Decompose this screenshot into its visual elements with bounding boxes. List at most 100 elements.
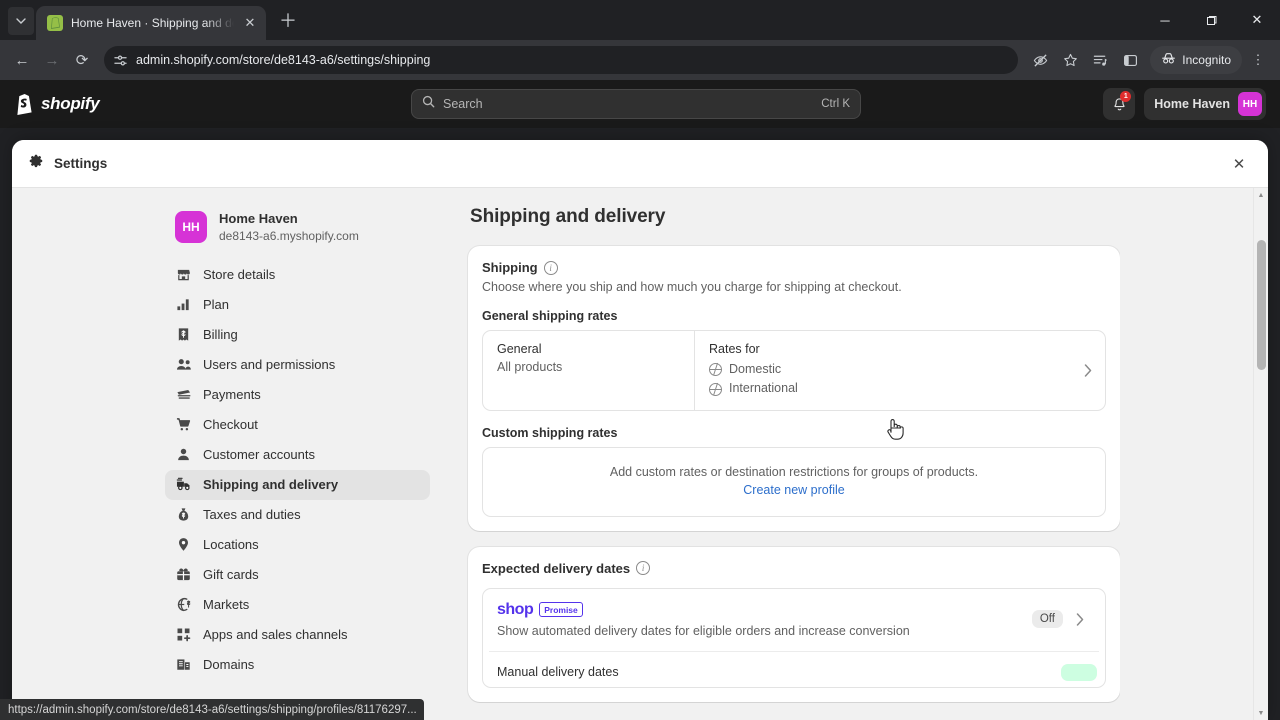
sidebar-item-domains[interactable]: Domains bbox=[165, 650, 430, 680]
manual-delivery-dates-row[interactable]: Manual delivery dates bbox=[489, 652, 1099, 687]
browser-tab[interactable]: Home Haven · Shipping and de ✕ bbox=[36, 6, 266, 40]
avatar: HH bbox=[1238, 92, 1262, 116]
info-icon[interactable]: i bbox=[543, 260, 558, 275]
create-new-profile-link[interactable]: Create new profile bbox=[743, 483, 844, 497]
delivery-card-title: Expected delivery dates bbox=[482, 560, 631, 576]
notifications-button[interactable]: 1 bbox=[1103, 88, 1136, 120]
split-list-icon[interactable] bbox=[1086, 46, 1114, 74]
promise-badge: Promise bbox=[539, 602, 583, 618]
store-switcher-button[interactable]: Home Haven HH bbox=[1144, 88, 1266, 120]
shipping-card-title: Shipping bbox=[482, 260, 538, 275]
side-panel-icon[interactable] bbox=[1116, 46, 1144, 74]
sidebar-item-label: Plan bbox=[203, 297, 230, 313]
incognito-indicator[interactable]: Incognito bbox=[1150, 46, 1242, 74]
scrollbar-thumb[interactable] bbox=[1257, 240, 1266, 370]
settings-title: Settings bbox=[54, 156, 108, 171]
close-icon[interactable]: ✕ bbox=[1226, 151, 1252, 177]
shipping-card-header: Shipping i bbox=[482, 260, 1106, 275]
maximize-icon[interactable] bbox=[1188, 0, 1234, 40]
tab-strip: Home Haven · Shipping and de ✕ ＋ ─ ✕ bbox=[0, 0, 1280, 40]
sidebar-item-apps-and-sales-channels[interactable]: Apps and sales channels bbox=[165, 620, 430, 650]
sidebar-item-checkout[interactable]: Checkout bbox=[165, 410, 430, 440]
sidebar-item-label: Gift cards bbox=[203, 567, 259, 583]
bill-icon bbox=[175, 326, 192, 343]
sidebar-item-label: Users and permissions bbox=[203, 357, 336, 373]
shipping-card-subtitle: Choose where you ship and how much you c… bbox=[482, 280, 902, 294]
shipping-profile-row[interactable]: General All products Rates for Domestic bbox=[482, 330, 1106, 411]
status-badge: Off bbox=[1031, 610, 1063, 629]
custom-shipping-rates-label: Custom shipping rates bbox=[482, 425, 618, 440]
back-icon[interactable]: ← bbox=[8, 46, 36, 74]
kebab-menu-icon[interactable]: ⋮ bbox=[1244, 46, 1272, 74]
person-icon bbox=[175, 446, 192, 463]
browser-window: Home Haven · Shipping and de ✕ ＋ ─ ✕ ← →… bbox=[0, 0, 1280, 720]
destination-international: International bbox=[709, 379, 798, 398]
sidebar-item-label: Billing bbox=[203, 327, 238, 343]
eye-slash-icon[interactable] bbox=[1026, 46, 1054, 74]
shipping-profile-info: General All products bbox=[483, 331, 695, 410]
sidebar-item-users-and-permissions[interactable]: Users and permissions bbox=[165, 350, 430, 380]
shopify-app-bar: shopify Search Ctrl K 1 Home Haven HH bbox=[0, 80, 1280, 128]
shopify-bag-icon bbox=[14, 93, 34, 115]
sidebar-item-gift-cards[interactable]: Gift cards bbox=[165, 560, 430, 590]
shop-promise-row[interactable]: shop Promise Show automated delivery dat… bbox=[489, 591, 1099, 652]
avatar: HH bbox=[175, 210, 207, 243]
sidebar-item-locations[interactable]: Locations bbox=[165, 530, 430, 560]
delivery-card-header: Expected delivery dates i bbox=[482, 561, 1106, 576]
new-tab-button[interactable]: ＋ bbox=[275, 7, 301, 33]
search-input[interactable]: Search Ctrl K bbox=[411, 89, 861, 119]
sidebar-item-taxes-and-duties[interactable]: Taxes and duties bbox=[165, 500, 430, 530]
scroll-up-icon[interactable]: ▲ bbox=[1254, 188, 1268, 202]
chevron-right-icon[interactable] bbox=[1071, 331, 1105, 410]
sidebar-item-store-details[interactable]: Store details bbox=[165, 260, 430, 290]
tax-bag-icon bbox=[175, 506, 192, 523]
users-icon bbox=[175, 356, 192, 373]
sidebar-item-billing[interactable]: Billing bbox=[165, 320, 430, 350]
tab-search-button[interactable] bbox=[8, 7, 34, 35]
shopify-logo[interactable]: shopify bbox=[14, 93, 100, 115]
shop-promise-description: Show automated delivery dates for eligib… bbox=[497, 623, 910, 638]
chevron-right-icon[interactable] bbox=[1063, 613, 1097, 626]
forward-icon[interactable]: → bbox=[38, 46, 66, 74]
sidebar-store-domain: de8143-a6.myshopify.com bbox=[219, 228, 359, 243]
settings-pane: HH Home Haven de8143-a6.myshopify.com St… bbox=[12, 188, 1268, 720]
settings-modal: Settings ✕ HH Home Haven de8143-a6.mysho… bbox=[12, 140, 1268, 720]
shop-wordmark: shop bbox=[497, 600, 534, 618]
shopify-bag-icon bbox=[47, 15, 63, 31]
reload-icon[interactable]: ⟳ bbox=[68, 46, 96, 74]
sidebar-item-markets[interactable]: Markets bbox=[165, 590, 430, 620]
manual-delivery-dates-label: Manual delivery dates bbox=[497, 665, 619, 680]
gift-card-icon bbox=[175, 566, 192, 583]
sidebar-item-plan[interactable]: Plan bbox=[165, 290, 430, 320]
star-icon[interactable] bbox=[1056, 46, 1084, 74]
rates-for-label: Rates for bbox=[709, 342, 760, 356]
sidebar-item-shipping-and-delivery[interactable]: Shipping and delivery bbox=[165, 469, 430, 500]
search-shortcut: Ctrl K bbox=[821, 98, 850, 110]
expected-delivery-dates-card: Expected delivery dates i shop Promise S… bbox=[468, 546, 1120, 702]
shipping-profile-scope: All products bbox=[497, 360, 563, 374]
sidebar-item-label: Apps and sales channels bbox=[203, 627, 348, 643]
info-icon[interactable]: i bbox=[636, 561, 651, 576]
shop-promise-info: shop Promise Show automated delivery dat… bbox=[497, 601, 1032, 638]
sidebar-item-payments[interactable]: Payments bbox=[165, 380, 430, 410]
app-bar-right: 1 Home Haven HH bbox=[1103, 88, 1266, 120]
tune-icon[interactable] bbox=[114, 54, 127, 67]
chart-bar-icon bbox=[175, 296, 192, 313]
sidebar-item-label: Markets bbox=[203, 597, 250, 613]
sidebar-store-header: HH Home Haven de8143-a6.myshopify.com bbox=[165, 204, 430, 260]
minimize-icon[interactable]: ─ bbox=[1142, 0, 1188, 40]
search-icon bbox=[422, 95, 435, 113]
sidebar-item-customer-accounts[interactable]: Customer accounts bbox=[165, 440, 430, 470]
vertical-scrollbar[interactable]: ▲ ▼ bbox=[1253, 188, 1268, 720]
destination-label: International bbox=[729, 381, 798, 396]
address-bar[interactable]: admin.shopify.com/store/de8143-a6/settin… bbox=[104, 46, 1019, 74]
globe-icon bbox=[709, 382, 722, 396]
store-icon bbox=[175, 266, 192, 283]
incognito-label: Incognito bbox=[1182, 53, 1231, 67]
shipping-card: Shipping i Choose where you ship and how… bbox=[468, 246, 1120, 531]
tab-close-icon[interactable]: ✕ bbox=[242, 15, 258, 31]
window-close-icon[interactable]: ✕ bbox=[1234, 0, 1280, 40]
window-controls: ─ ✕ bbox=[1142, 0, 1280, 40]
scroll-down-icon[interactable]: ▼ bbox=[1254, 706, 1268, 720]
sidebar-item-label: Customer accounts bbox=[203, 447, 315, 463]
